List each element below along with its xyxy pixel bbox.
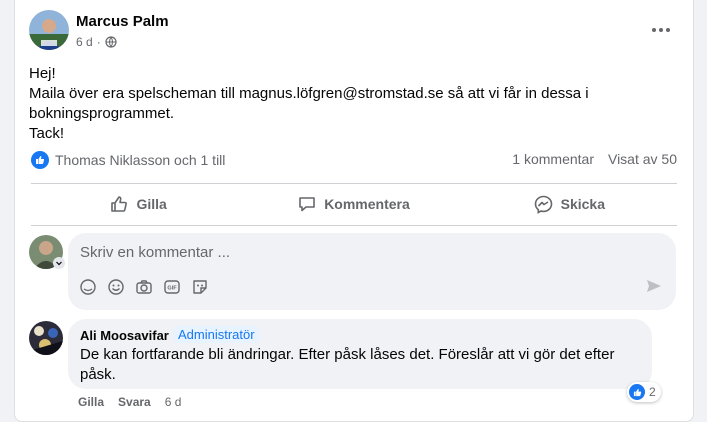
- commenter-avatar[interactable]: [29, 321, 63, 355]
- comment-text: De kan fortfarande bli ändringar. Efter …: [80, 346, 615, 383]
- post-line: Tack!: [29, 125, 65, 142]
- reaction-summary[interactable]: Thomas Niklasson och 1 till: [31, 151, 225, 169]
- like-button[interactable]: Gilla: [31, 186, 246, 222]
- comment-composer[interactable]: Skriv en kommentar ... GIF: [68, 233, 676, 310]
- more-options-icon[interactable]: [649, 22, 673, 38]
- view-count[interactable]: Visat av 50: [608, 151, 677, 167]
- send-button[interactable]: Skicka: [462, 186, 677, 222]
- engagement-stats: 1 kommentar Visat av 50: [512, 151, 677, 167]
- author-name[interactable]: Marcus Palm: [76, 13, 169, 30]
- comment-bubble: Ali Moosavifar Administratör De kan fort…: [68, 319, 652, 389]
- comment-reply-button[interactable]: Svara: [118, 395, 151, 409]
- avatar-sticker-icon[interactable]: [78, 277, 98, 297]
- divider: [31, 225, 677, 226]
- comment-actions: Gilla Svara 6 d: [78, 395, 181, 409]
- send-label: Skicka: [560, 196, 605, 212]
- gif-icon[interactable]: GIF: [162, 277, 182, 297]
- comment-input[interactable]: Skriv en kommentar ...: [80, 244, 230, 261]
- sticker-icon[interactable]: [190, 277, 210, 297]
- post-body: Hej! Maila över era spelscheman till mag…: [29, 64, 669, 144]
- post-actions: Gilla Kommentera Skicka: [31, 186, 677, 222]
- comment-like-button[interactable]: Gilla: [78, 395, 104, 409]
- admin-badge[interactable]: Administratör: [174, 326, 259, 343]
- post-meta: 6 d ·: [76, 35, 117, 49]
- post-card: Marcus Palm 6 d · Hej! Maila över era sp…: [14, 0, 694, 422]
- reaction-names[interactable]: Thomas Niklasson och 1 till: [55, 152, 225, 168]
- post-line: Hej!: [29, 65, 56, 82]
- author-avatar[interactable]: [29, 10, 69, 50]
- like-label: Gilla: [136, 196, 167, 212]
- post-time[interactable]: 6 d: [76, 35, 93, 49]
- comment-time[interactable]: 6 d: [165, 395, 182, 409]
- comment-reaction-number: 2: [649, 385, 656, 399]
- comment-icon: [299, 197, 315, 212]
- composer-tools: GIF: [78, 277, 210, 297]
- send-comment-icon[interactable]: [646, 278, 662, 294]
- post-line: bokningsprogrammet.: [29, 105, 175, 122]
- post-line: Maila över era spelscheman till magnus.l…: [29, 85, 589, 102]
- comment-button[interactable]: Kommentera: [246, 186, 461, 222]
- divider: [31, 183, 677, 184]
- commenter-name[interactable]: Ali Moosavifar: [80, 328, 169, 343]
- comment-reaction-count[interactable]: 2: [627, 382, 661, 402]
- camera-icon[interactable]: [134, 277, 154, 297]
- like-reaction-icon: [31, 151, 49, 169]
- like-reaction-icon: [629, 384, 645, 400]
- messenger-icon: [534, 195, 552, 214]
- thumbs-up-icon: [111, 196, 128, 212]
- chevron-down-icon[interactable]: [53, 257, 65, 269]
- reaction-summary-row: Thomas Niklasson och 1 till 1 kommentar …: [31, 151, 677, 173]
- comment-count[interactable]: 1 kommentar: [512, 151, 594, 167]
- comment-label: Kommentera: [324, 196, 410, 212]
- svg-text:GIF: GIF: [167, 286, 177, 292]
- emoji-icon[interactable]: [106, 277, 126, 297]
- globe-icon: [105, 36, 117, 48]
